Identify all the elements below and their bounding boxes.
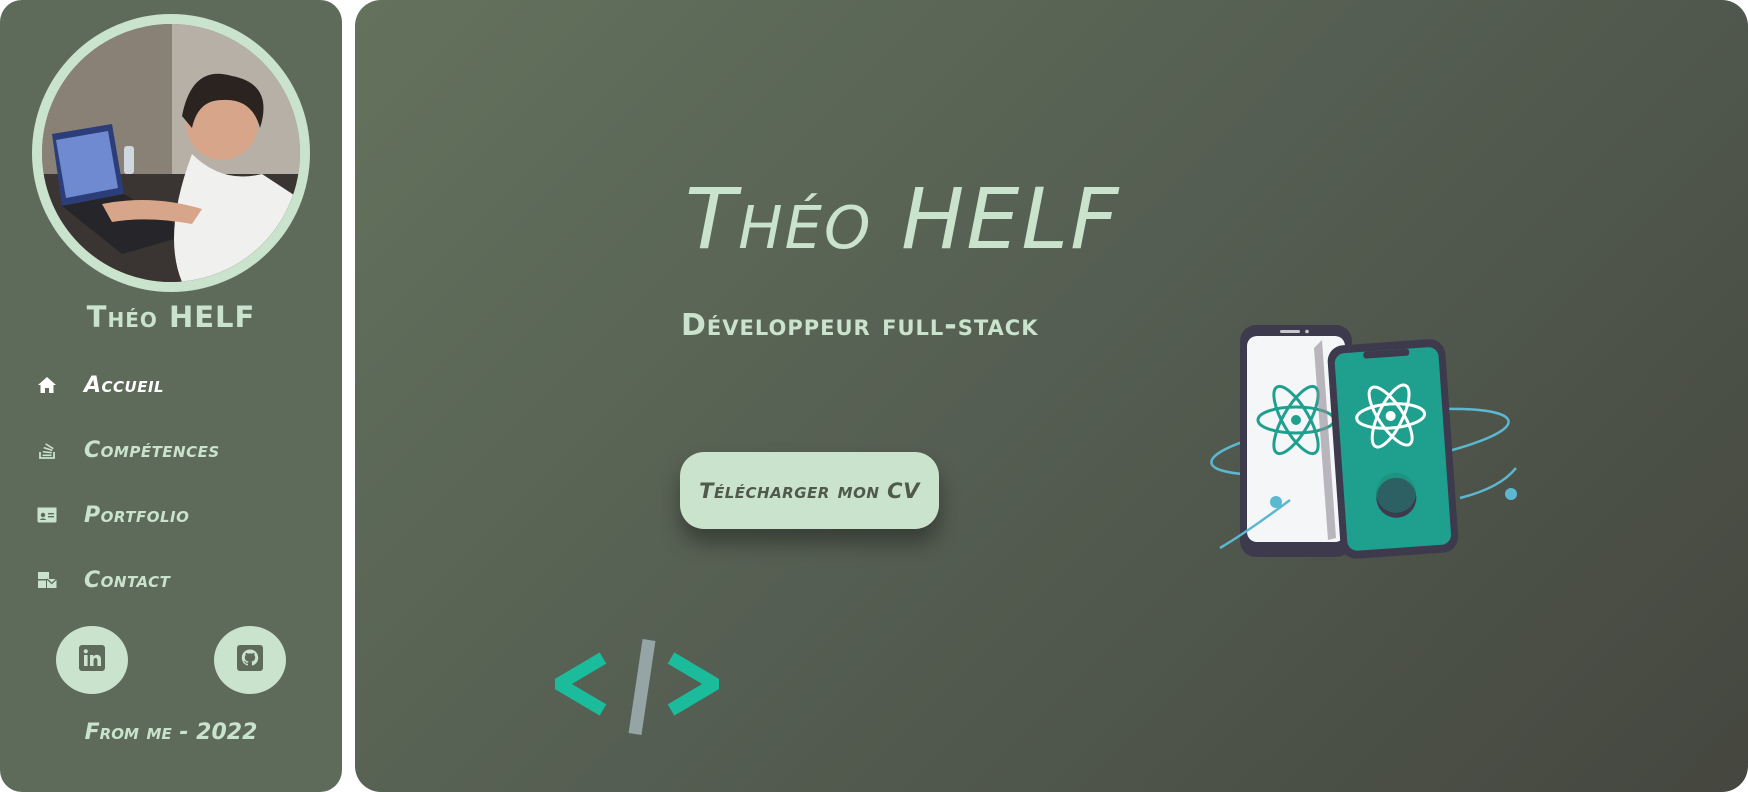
stack-icon: [36, 439, 58, 461]
sidebar-name: Théo HELF: [86, 300, 256, 334]
nav-item-competences[interactable]: Compétences: [36, 435, 276, 465]
nav-label-competences: Compétences: [84, 437, 220, 463]
home-icon: [36, 374, 58, 396]
hero-section: Théo HELF Développeur full-stack Télécha…: [355, 0, 1748, 792]
github-button[interactable]: [214, 626, 286, 694]
profile-photo: [42, 24, 300, 282]
download-cv-button[interactable]: Télécharger mon CV: [680, 452, 939, 529]
sidebar: Théo HELF Accueil Compétences Portfolio …: [0, 0, 342, 792]
id-card-icon: [36, 504, 58, 526]
nav-item-portfolio[interactable]: Portfolio: [36, 500, 276, 530]
mail-bulk-icon: [36, 569, 58, 591]
nav-label-accueil: Accueil: [84, 372, 165, 398]
nav-item-contact[interactable]: Contact: [36, 565, 276, 595]
nav-item-accueil[interactable]: Accueil: [36, 370, 276, 400]
hero-title: Théo HELF: [685, 170, 1121, 268]
github-icon: [237, 645, 263, 675]
code-slash-icon: [546, 636, 728, 740]
nav-label-portfolio: Portfolio: [84, 502, 190, 528]
avatar: [32, 14, 310, 292]
linkedin-icon: [79, 645, 105, 675]
hero-subtitle: Développeur full-stack: [681, 308, 1039, 343]
linkedin-button[interactable]: [56, 626, 128, 694]
nav-label-contact: Contact: [84, 567, 171, 593]
react-phones-illustration: [1210, 320, 1520, 564]
footer-text: From me - 2022: [84, 720, 258, 745]
